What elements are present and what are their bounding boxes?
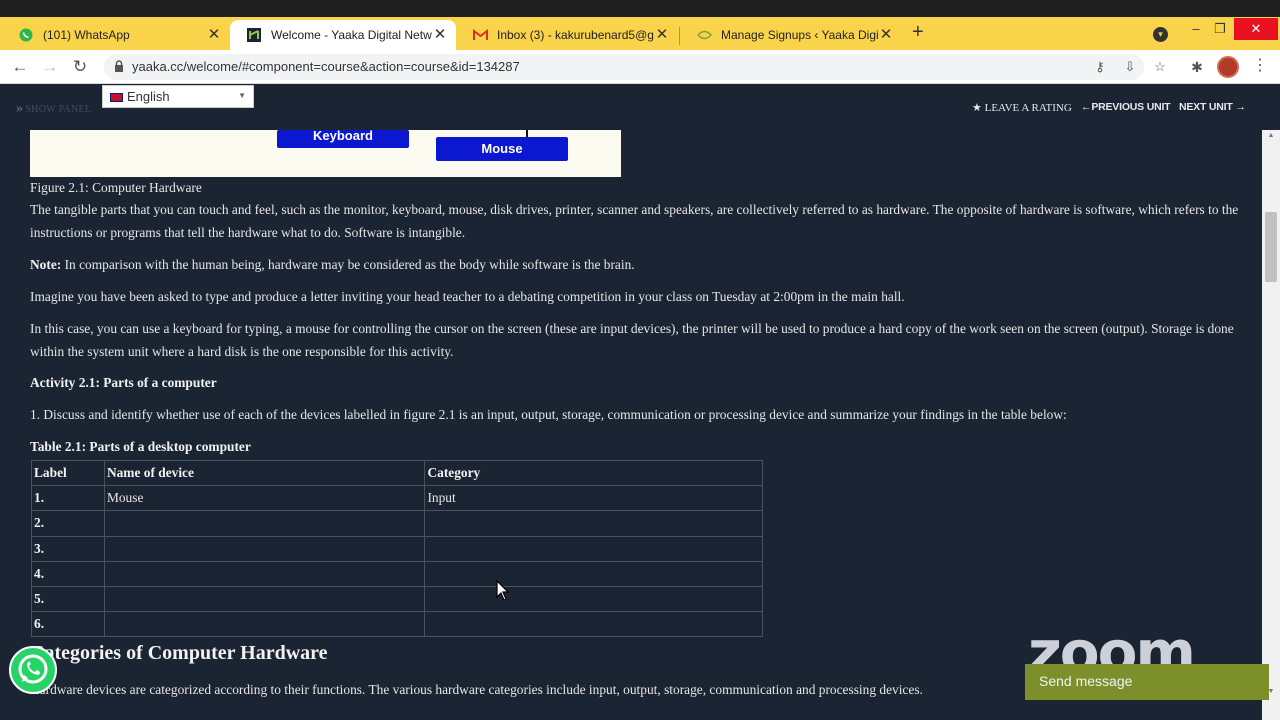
- close-tab-icon[interactable]: ✕: [206, 27, 222, 43]
- star-icon: ★: [972, 102, 982, 114]
- table-row: 6.: [31, 611, 763, 638]
- table-row: 1. Mouse Input: [31, 485, 763, 512]
- table-row: 5.: [31, 585, 763, 613]
- forward-button[interactable]: →: [40, 57, 60, 77]
- note-paragraph: Note: In comparison with the human being…: [30, 254, 635, 277]
- arrow-right-icon: →: [1232, 101, 1246, 113]
- cell-label: 4.: [31, 560, 105, 587]
- parts-table: Label Name of device Category 1. Mouse I…: [31, 459, 763, 638]
- new-tab-button[interactable]: +: [912, 22, 924, 42]
- note-text: In comparison with the human being, hard…: [61, 257, 635, 272]
- close-window-button[interactable]: ✕: [1234, 18, 1278, 40]
- header-name-of-device: Name of device: [103, 459, 426, 487]
- cell-device: [103, 585, 426, 613]
- url-text: yaaka.cc/welcome/#component=course&actio…: [132, 59, 520, 74]
- tab-gmail-inbox[interactable]: Inbox (3) - kakurubenard5@gma ✕: [456, 20, 678, 50]
- cell-device: [103, 560, 426, 587]
- browser-toolbar: ← → ↻ yaaka.cc/welcome/#component=course…: [0, 50, 1280, 84]
- language-value: English: [127, 89, 170, 104]
- address-bar[interactable]: yaaka.cc/welcome/#component=course&actio…: [104, 54, 1166, 80]
- arrow-left-icon: ←: [1081, 101, 1092, 113]
- figure-label-keyboard: Keyboard: [277, 130, 409, 148]
- close-tab-icon[interactable]: ✕: [432, 27, 448, 43]
- whatsapp-chat-button[interactable]: [9, 646, 57, 694]
- profile-avatar[interactable]: [1217, 56, 1239, 78]
- next-unit-button[interactable]: NEXT UNIT →: [1179, 101, 1246, 113]
- paragraph-letter-scenario: Imagine you have been asked to type and …: [30, 289, 905, 304]
- table-row: 3.: [31, 535, 763, 562]
- install-app-icon[interactable]: ⇩: [1122, 59, 1138, 75]
- gmail-icon: [472, 27, 488, 43]
- scrollbar-thumb[interactable]: [1265, 212, 1277, 282]
- tab-title: Manage Signups ‹ Yaaka Digital N: [721, 28, 878, 42]
- paragraph-hardware-definition: The tangible parts that you can touch an…: [30, 202, 1239, 240]
- cell-label: 5.: [31, 585, 105, 613]
- leave-rating-button[interactable]: ★ LEAVE A RATING: [972, 101, 1072, 114]
- back-button[interactable]: ←: [10, 57, 30, 77]
- cell-label: 1.: [31, 485, 105, 512]
- tab-yaaka-welcome[interactable]: Welcome - Yaaka Digital Networ ✕: [230, 20, 456, 50]
- send-message-button[interactable]: Send message: [1025, 664, 1269, 700]
- browser-menu-icon[interactable]: ⋮: [1252, 57, 1268, 75]
- cell-category: [424, 510, 763, 537]
- cell-label: 3.: [31, 535, 105, 562]
- yaaka-signup-icon: [696, 27, 712, 43]
- header-category: Category: [424, 459, 763, 487]
- cell-category: [424, 585, 763, 613]
- cell-label: 2.: [31, 510, 105, 537]
- reload-button[interactable]: ↻: [70, 57, 90, 77]
- table-row: 2.: [31, 510, 763, 537]
- whatsapp-icon: [18, 654, 48, 684]
- tab-strip: (101) WhatsApp ✕ Welcome - Yaaka Digital…: [0, 17, 1280, 50]
- whatsapp-icon: [18, 27, 34, 43]
- cell-category: [424, 611, 763, 638]
- key-icon[interactable]: ⚷: [1092, 59, 1108, 75]
- close-tab-icon[interactable]: ✕: [878, 27, 894, 43]
- previous-unit-button[interactable]: ←PREVIOUS UNIT: [1081, 101, 1171, 113]
- activity-instructions: 1. Discuss and identify whether use of e…: [30, 407, 1067, 422]
- cell-category: Input: [424, 485, 763, 512]
- restore-button[interactable]: ❐: [1205, 18, 1235, 40]
- course-header-bar: » SHOW PANEL English ▼ ★ LEAVE A RATING ←P…: [0, 85, 1280, 130]
- uk-flag-icon: [110, 93, 123, 102]
- section-heading: Categories of Computer Hardware: [30, 642, 328, 664]
- close-tab-icon[interactable]: ✕: [654, 27, 670, 43]
- extensions-puzzle-icon[interactable]: ✱: [1188, 58, 1206, 76]
- double-chevron-icon: »: [16, 101, 24, 116]
- figure-caption: Figure 2.1: Computer Hardware: [30, 180, 202, 195]
- show-panel-button[interactable]: » SHOW PANEL: [16, 101, 91, 117]
- lock-icon: [115, 60, 123, 72]
- tab-search-icon[interactable]: ▾: [1153, 27, 1168, 42]
- bookmark-star-icon[interactable]: ☆: [1152, 59, 1168, 75]
- cell-category: [424, 535, 763, 562]
- tab-title: (101) WhatsApp: [43, 28, 130, 42]
- tab-title: Welcome - Yaaka Digital Networ: [271, 28, 432, 42]
- mouse-cursor-icon: [496, 580, 510, 601]
- header-label: Label: [31, 459, 105, 487]
- yaaka-icon: [246, 27, 262, 43]
- dropdown-arrow-icon: ▼: [238, 91, 246, 100]
- scroll-up-arrow-icon[interactable]: ▲: [1266, 132, 1276, 139]
- tab-manage-signups[interactable]: Manage Signups ‹ Yaaka Digital N ✕: [680, 20, 902, 50]
- note-label: Note:: [30, 257, 62, 272]
- tab-whatsapp[interactable]: (101) WhatsApp ✕: [2, 20, 230, 50]
- figure-label-mouse: Mouse: [436, 137, 568, 161]
- window-top-border: [0, 0, 1280, 17]
- computer-hardware-figure: Keyboard Mouse: [30, 130, 621, 177]
- section-paragraph: Hardware devices are categorized accordi…: [30, 682, 923, 697]
- cell-device: [103, 535, 426, 562]
- table-header-row: Label Name of device Category: [31, 459, 763, 487]
- cell-device: [103, 611, 426, 638]
- cell-category: [424, 560, 763, 587]
- activity-title: Activity 2.1: Parts of a computer: [30, 375, 217, 390]
- tab-title: Inbox (3) - kakurubenard5@gma: [497, 28, 654, 42]
- cell-device: [103, 510, 426, 537]
- table-row: 4.: [31, 560, 763, 587]
- cell-device: Mouse: [103, 485, 426, 512]
- cell-label: 6.: [31, 611, 105, 638]
- table-title: Table 2.1: Parts of a desktop computer: [30, 439, 251, 454]
- language-select[interactable]: English ▼: [102, 85, 254, 108]
- paragraph-devices-usage: In this case, you can use a keyboard for…: [30, 321, 1234, 359]
